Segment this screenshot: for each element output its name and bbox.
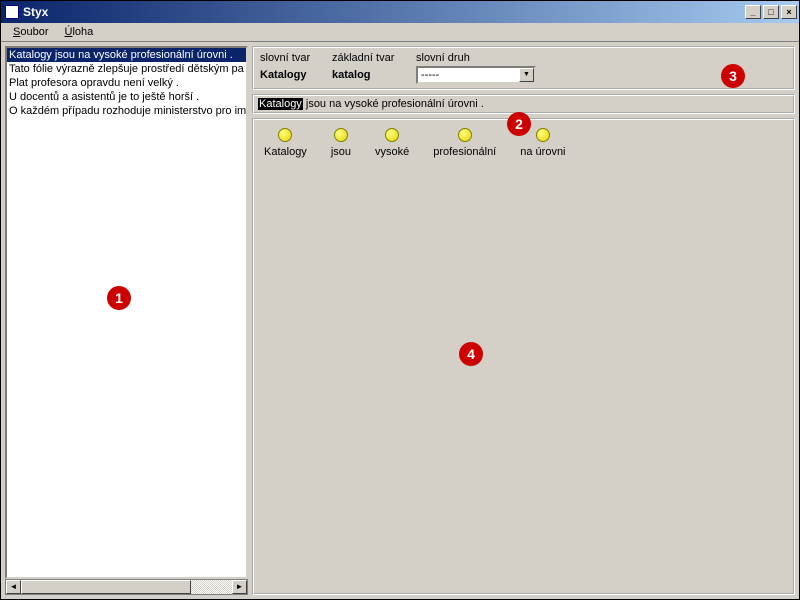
morphology-panel: slovní tvar základní tvar slovní druh Ka… (252, 46, 795, 90)
token-node[interactable]: jsou (331, 128, 351, 158)
header-slovni-tvar: slovní tvar (260, 52, 322, 64)
token-node[interactable]: na úrovni (520, 128, 565, 158)
menubar: Soubor Úloha (1, 23, 799, 42)
app-icon (5, 5, 19, 19)
tokens-panel: Katalogy jsou vysoké profesionální (252, 118, 795, 595)
token-row: Katalogy jsou vysoké profesionální (264, 128, 783, 158)
token-label: vysoké (375, 146, 409, 158)
list-item[interactable]: O každém případu rozhoduje ministerstvo … (7, 104, 246, 118)
menu-uloha[interactable]: Úloha (56, 24, 101, 40)
left-panel: Katalogy jsou na vysoké profesionální úr… (5, 46, 248, 595)
morph-values: Katalogy katalog ----- ▼ (260, 66, 787, 84)
app-window: Styx _ □ × Soubor Úloha Katalogy jsou na… (0, 0, 800, 600)
scroll-track[interactable] (21, 580, 232, 594)
token-node[interactable]: profesionální (433, 128, 496, 158)
scroll-right-button[interactable]: ► (232, 580, 247, 594)
token-dot-icon (385, 128, 399, 142)
list-item[interactable]: Plat profesora opravdu není velký . (7, 76, 246, 90)
close-button[interactable]: × (781, 5, 797, 19)
content-area: Katalogy jsou na vysoké profesionální úr… (1, 42, 799, 599)
scroll-thumb[interactable] (21, 580, 191, 594)
value-slovni-tvar: Katalogy (260, 69, 322, 81)
token-label: na úrovni (520, 146, 565, 158)
menu-soubor[interactable]: Soubor (5, 24, 56, 40)
chevron-down-icon: ▼ (519, 68, 534, 82)
sentence-list[interactable]: Katalogy jsou na vysoké profesionální úr… (5, 46, 248, 579)
token-dot-icon (536, 128, 550, 142)
token-dot-icon (278, 128, 292, 142)
sentence-display-panel: Katalogy jsou na vysoké profesionální úr… (252, 94, 795, 114)
minimize-button[interactable]: _ (745, 5, 761, 19)
token-label: jsou (331, 146, 351, 158)
list-item[interactable]: U docentů a asistentů je to ještě horší … (7, 90, 246, 104)
dropdown-value: ----- (418, 69, 519, 81)
token-dot-icon (334, 128, 348, 142)
morph-headers: slovní tvar základní tvar slovní druh (260, 52, 787, 64)
header-slovni-druh: slovní druh (416, 52, 470, 64)
maximize-button[interactable]: □ (763, 5, 779, 19)
right-panel: slovní tvar základní tvar slovní druh Ka… (252, 46, 795, 595)
token-dot-icon (458, 128, 472, 142)
highlighted-word: Katalogy (258, 98, 303, 110)
sentence-rest: jsou na vysoké profesionální úrovni . (303, 98, 484, 110)
header-zakladni-tvar: základní tvar (332, 52, 406, 64)
list-item[interactable]: Katalogy jsou na vysoké profesionální úr… (7, 48, 246, 62)
slovni-druh-dropdown[interactable]: ----- ▼ (416, 66, 536, 84)
titlebar: Styx _ □ × (1, 1, 799, 23)
horizontal-scrollbar[interactable]: ◄ ► (5, 579, 248, 595)
list-item[interactable]: Tato fólie výrazně zlepšuje prostředí dě… (7, 62, 246, 76)
value-zakladni-tvar: katalog (332, 69, 406, 81)
window-title: Styx (23, 5, 743, 19)
scroll-left-button[interactable]: ◄ (6, 580, 21, 594)
token-label: profesionální (433, 146, 496, 158)
token-label: Katalogy (264, 146, 307, 158)
token-node[interactable]: Katalogy (264, 128, 307, 158)
token-node[interactable]: vysoké (375, 128, 409, 158)
